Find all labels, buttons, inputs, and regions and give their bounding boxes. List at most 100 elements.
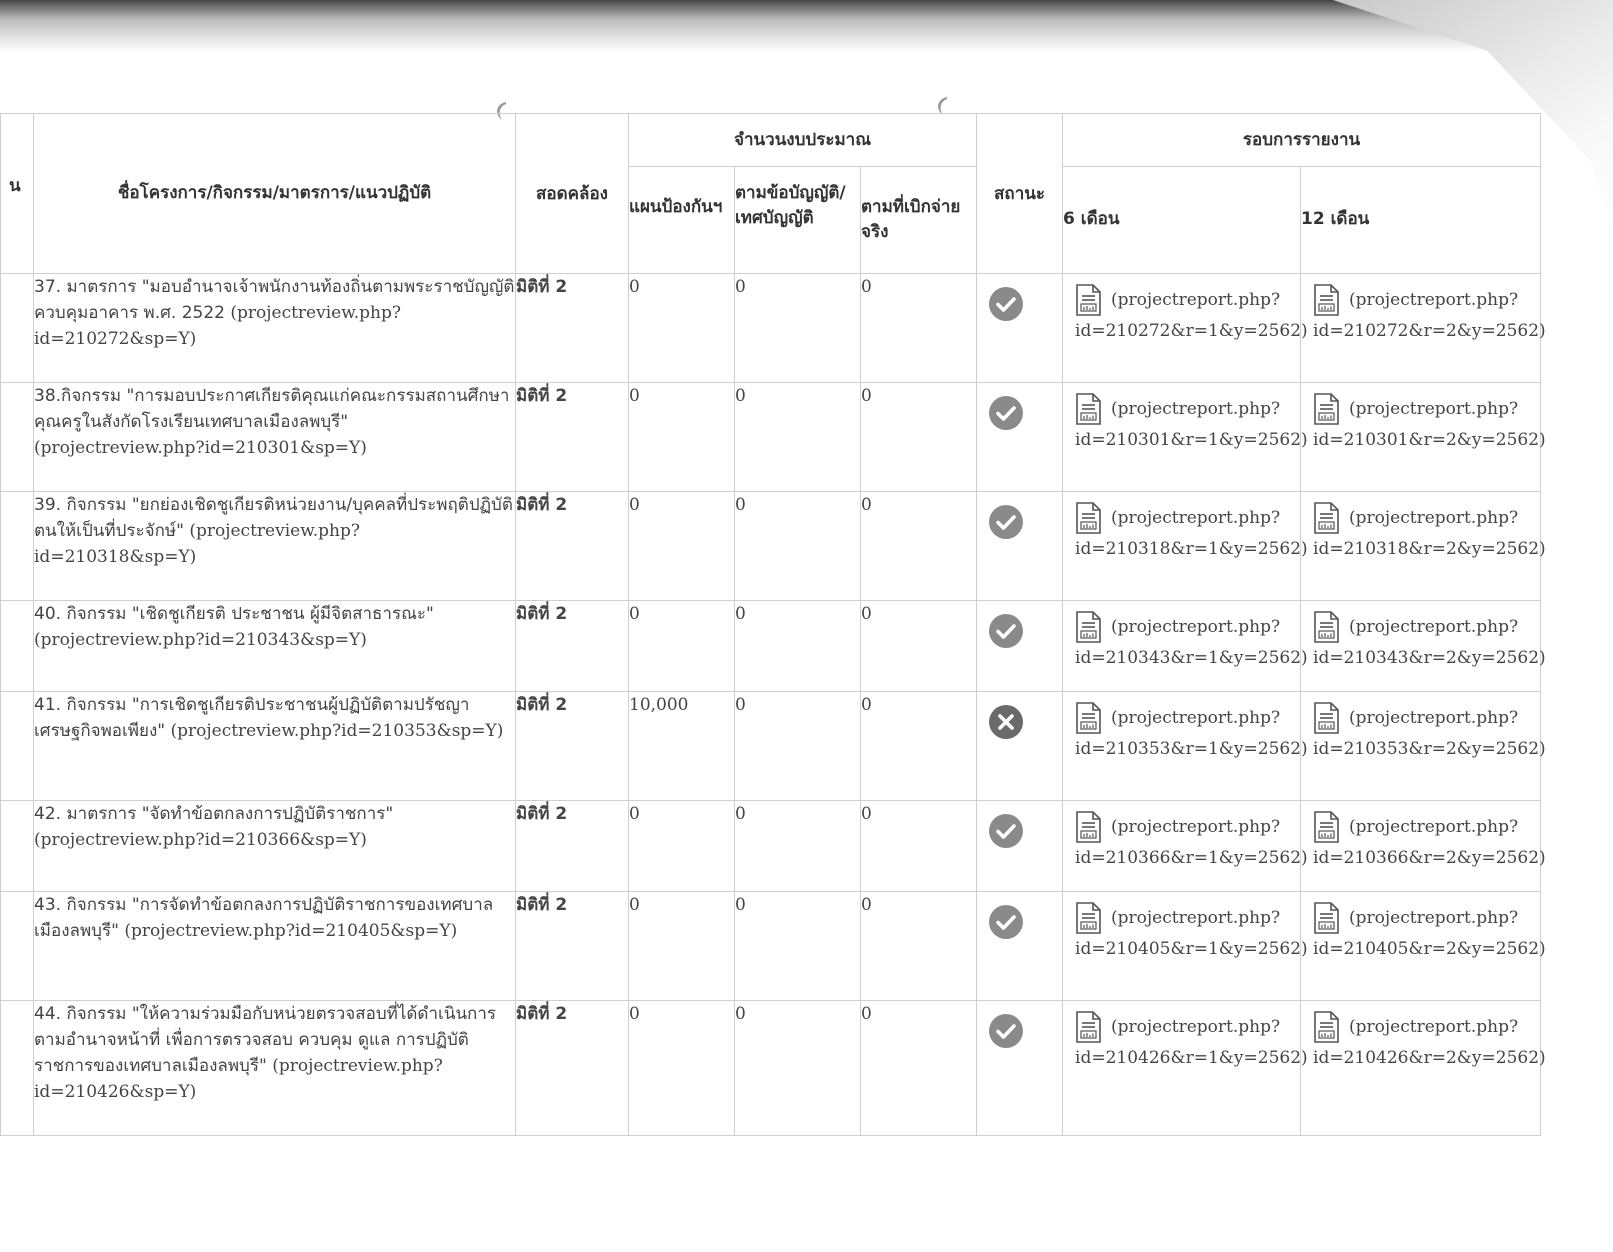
report-6-url-part2[interactable]: id=210272&r=1&y=2562) xyxy=(1075,317,1308,345)
project-review-link[interactable]: (projectreview.php?id=210353&sp=Y) xyxy=(171,721,504,741)
report-file-icon xyxy=(1313,502,1339,534)
report-file-icon xyxy=(1313,702,1339,734)
report-file-icon xyxy=(1313,1011,1339,1043)
report-12-url-part2[interactable]: id=210366&r=2&y=2562) xyxy=(1313,844,1546,872)
budget-law-value: 0 xyxy=(735,277,746,297)
report-file-icon xyxy=(1075,702,1101,734)
report-6-url-part2[interactable]: id=210301&r=1&y=2562) xyxy=(1075,426,1308,454)
header-report-group: รอบการรายงาน xyxy=(1062,113,1542,167)
alignment-cell: มิติที่ 2 xyxy=(515,1000,629,1136)
header-budget-group-label: จำนวนงบประมาณ xyxy=(734,129,871,150)
dimension-value: มิติที่ 2 xyxy=(516,604,568,624)
project-review-link[interactable]: (projectreview.php?id=210366&sp=Y) xyxy=(34,830,367,850)
report-12-link[interactable]: (projectreport.php? xyxy=(1313,811,1540,844)
budget-actual-value: 0 xyxy=(861,277,872,297)
budget-plan-value: 0 xyxy=(629,895,640,915)
project-title: 40. กิจกรรม "เชิดชูเกียรติ ประชาชน ผู้มี… xyxy=(34,604,434,624)
budget-actual-cell: 0 xyxy=(859,491,978,601)
header-status-label: สถานะ xyxy=(994,184,1045,204)
report-12-url-part1: (projectreport.php? xyxy=(1349,908,1519,928)
report-file-icon xyxy=(1313,393,1339,425)
report-12-link[interactable]: (projectreport.php? xyxy=(1313,1011,1540,1044)
dimension-value: มิติที่ 2 xyxy=(516,804,568,824)
report-6-url-part2[interactable]: id=210343&r=1&y=2562) xyxy=(1075,644,1308,672)
budget-actual-cell: 0 xyxy=(859,382,978,492)
table-row: 38.กิจกรรม "การมอบประกาศเกียรติคุณแก่คณะ… xyxy=(0,382,1546,492)
report-12-url-part1: (projectreport.php? xyxy=(1349,617,1519,637)
report-6-url-part2[interactable]: id=210405&r=1&y=2562) xyxy=(1075,935,1308,963)
report-6-link[interactable]: (projectreport.php? xyxy=(1075,502,1300,535)
check-circle-icon xyxy=(988,613,1024,649)
report-12-url-part2[interactable]: id=210343&r=2&y=2562) xyxy=(1313,644,1546,672)
report-6-url-part2[interactable]: id=210353&r=1&y=2562) xyxy=(1075,735,1308,763)
report-12-link[interactable]: (projectreport.php? xyxy=(1313,611,1540,644)
header-project: ชื่อโครงการ/กิจกรรม/มาตรการ/แนวปฏิบัติ xyxy=(33,113,516,274)
project-review-link[interactable]: (projectreview.php?id=210343&sp=Y) xyxy=(34,630,367,650)
report-file-icon xyxy=(1075,811,1101,843)
report-12-link[interactable]: (projectreport.php? xyxy=(1313,284,1540,317)
budget-actual-cell: 0 xyxy=(859,273,978,383)
report-6-link[interactable]: (projectreport.php? xyxy=(1075,393,1300,426)
report-12-url-part2[interactable]: id=210353&r=2&y=2562) xyxy=(1313,735,1546,763)
dimension-value: มิติที่ 2 xyxy=(516,695,568,715)
report-12-link[interactable]: (projectreport.php? xyxy=(1313,902,1540,935)
report-12-url-part1: (projectreport.php? xyxy=(1349,290,1519,310)
report-12-url-part2[interactable]: id=210272&r=2&y=2562) xyxy=(1313,317,1546,345)
report-12-link[interactable]: (projectreport.php? xyxy=(1313,502,1540,535)
report-12-url-part2[interactable]: id=210318&r=2&y=2562) xyxy=(1313,535,1546,563)
cut-column-cell xyxy=(0,891,34,1001)
report-12-link[interactable]: (projectreport.php? xyxy=(1313,393,1540,426)
report-6-link[interactable]: (projectreport.php? xyxy=(1075,702,1300,735)
report-12-url-part2[interactable]: id=210426&r=2&y=2562) xyxy=(1313,1044,1546,1072)
status-cell xyxy=(976,600,1064,692)
budget-plan-cell: 0 xyxy=(628,800,735,892)
report-6-link[interactable]: (projectreport.php? xyxy=(1075,811,1300,844)
report-12-url-part2[interactable]: id=210301&r=2&y=2562) xyxy=(1313,426,1546,454)
status-cell xyxy=(976,800,1064,892)
report-6-url-part2[interactable]: id=210426&r=1&y=2562) xyxy=(1075,1044,1308,1072)
report-6-link[interactable]: (projectreport.php? xyxy=(1075,611,1300,644)
report-12-url-part1: (projectreport.php? xyxy=(1349,1017,1519,1037)
report-12-url-part2[interactable]: id=210405&r=2&y=2562) xyxy=(1313,935,1546,963)
report-6-cell: (projectreport.php? id=210405&r=1&y=2562… xyxy=(1062,891,1308,1001)
project-review-link[interactable]: (projectreview.php?id=210301&sp=Y) xyxy=(34,438,367,458)
project-review-link[interactable]: (projectreview.php?id=210405&sp=Y) xyxy=(124,921,457,941)
alignment-cell: มิติที่ 2 xyxy=(515,273,629,383)
budget-plan-value: 0 xyxy=(629,386,640,406)
alignment-cell: มิติที่ 2 xyxy=(515,691,629,801)
budget-law-cell: 0 xyxy=(734,600,861,692)
report-12-link[interactable]: (projectreport.php? xyxy=(1313,702,1540,735)
budget-plan-cell: 0 xyxy=(628,491,735,601)
project-cell: 43. กิจกรรม "การจัดทำข้อตกลงการปฏิบัติรา… xyxy=(33,891,516,1001)
header-budget-actual-label: ตามที่เบิกจ่ายจริง xyxy=(861,197,961,242)
cut-column-cell xyxy=(0,273,34,383)
report-6-link[interactable]: (projectreport.php? xyxy=(1075,284,1300,317)
budget-law-value: 0 xyxy=(735,804,746,824)
budget-plan-cell: 0 xyxy=(628,600,735,692)
report-12-cell: (projectreport.php? id=210426&r=2&y=2562… xyxy=(1300,1000,1546,1136)
table-row: 40. กิจกรรม "เชิดชูเกียรติ ประชาชน ผู้มี… xyxy=(0,600,1546,692)
dimension-value: มิติที่ 2 xyxy=(516,495,568,515)
report-6-url-part2[interactable]: id=210366&r=1&y=2562) xyxy=(1075,844,1308,872)
check-circle-icon xyxy=(988,286,1024,322)
report-file-icon xyxy=(1075,1011,1101,1043)
report-6-link[interactable]: (projectreport.php? xyxy=(1075,1011,1300,1044)
header-budget-actual: ตามที่เบิกจ่ายจริง xyxy=(859,166,978,274)
header-report-6: 6 เดือน xyxy=(1062,166,1302,274)
budget-law-cell: 0 xyxy=(734,891,861,1001)
report-6-link[interactable]: (projectreport.php? xyxy=(1075,902,1300,935)
budget-actual-cell: 0 xyxy=(859,691,978,801)
check-circle-icon xyxy=(988,813,1024,849)
report-6-url-part2[interactable]: id=210318&r=1&y=2562) xyxy=(1075,535,1308,563)
table-row: 43. กิจกรรม "การจัดทำข้อตกลงการปฏิบัติรา… xyxy=(0,891,1546,1001)
budget-plan-value: 10,000 xyxy=(629,695,689,715)
report-file-icon xyxy=(1313,611,1339,643)
header-budget-law-label: ตามข้อบัญญัติ/เทศบัญญัติ xyxy=(735,183,846,228)
budget-law-value: 0 xyxy=(735,495,746,515)
budget-actual-value: 0 xyxy=(861,386,872,406)
report-6-url-part1: (projectreport.php? xyxy=(1111,508,1281,528)
header-budget-plan: แผนป้องกันฯ xyxy=(628,166,735,274)
alignment-cell: มิติที่ 2 xyxy=(515,891,629,1001)
budget-actual-value: 0 xyxy=(861,695,872,715)
report-6-url-part1: (projectreport.php? xyxy=(1111,817,1281,837)
